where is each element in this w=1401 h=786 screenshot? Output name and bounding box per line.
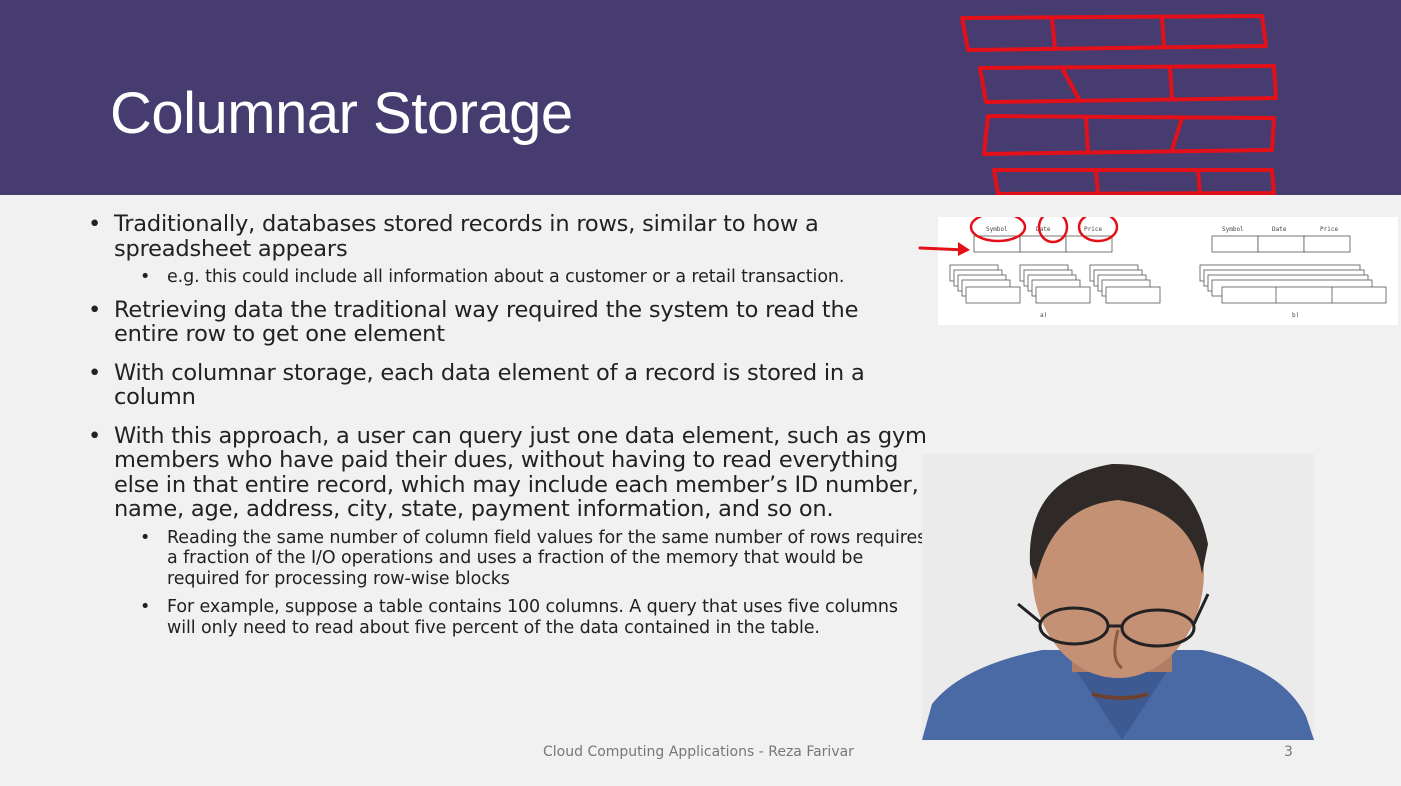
bullet-item: Retrieving data the traditional way requ… (88, 297, 928, 347)
diagram-b-header-symbol: Symbol (1222, 226, 1244, 233)
brick-wall-annotation (960, 14, 1278, 196)
diagram-a-caption: a) (1040, 312, 1047, 319)
diagram-a-header-symbol: Symbol (986, 226, 1008, 233)
presenter-webcam (922, 454, 1314, 740)
diagram-a-header-price: Price (1084, 226, 1102, 233)
sub-bullet-item: Reading the same number of column field … (88, 528, 928, 590)
slide-title: Columnar Storage (110, 81, 573, 146)
page-number: 3 (1284, 744, 1293, 760)
diagram-b-caption: b) (1292, 312, 1299, 319)
bullet-item: With columnar storage, each data element… (88, 360, 928, 410)
bullet-item: Traditionally, databases stored records … (88, 212, 928, 261)
slide-footer: Cloud Computing Applications - Reza Fari… (543, 744, 854, 760)
bullet-item: With this approach, a user can query jus… (88, 423, 928, 522)
diagram-b-header-date: Date (1272, 226, 1287, 233)
diagram-b-header-price: Price (1320, 226, 1338, 233)
sub-bullet-item: For example, suppose a table contains 10… (88, 597, 928, 638)
sub-bullet-item: e.g. this could include all information … (88, 267, 928, 288)
bullet-list: Traditionally, databases stored records … (88, 212, 928, 646)
pointer-arrow-annotation (918, 242, 970, 256)
storage-layout-diagram: Symbol Date Price Symbol Date Price a) b… (938, 217, 1398, 325)
